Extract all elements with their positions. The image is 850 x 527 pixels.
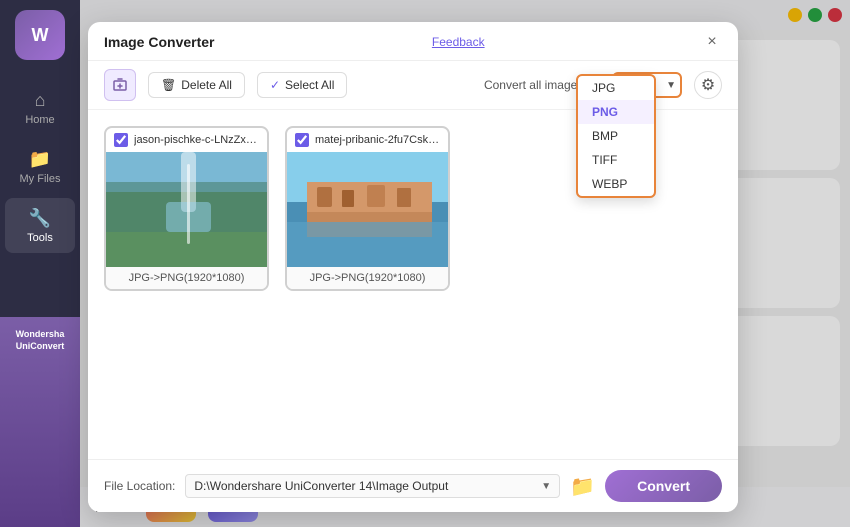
dropdown-item-png[interactable]: PNG bbox=[578, 100, 654, 124]
browse-folder-button[interactable]: 📁 bbox=[570, 474, 595, 499]
sidebar-item-home[interactable]: ⌂ Home bbox=[5, 80, 75, 135]
delete-all-button[interactable]: 🗑 Delete All bbox=[148, 72, 245, 98]
image-2-label: JPG->PNG(1920*1080) bbox=[287, 267, 448, 289]
image-1-checkbox[interactable] bbox=[114, 133, 128, 147]
dropdown-item-webp[interactable]: WEBP bbox=[578, 172, 654, 196]
image-1-header: jason-pischke-c-LNzZxJtZ... bbox=[106, 128, 267, 152]
select-all-label: Select All bbox=[285, 78, 334, 92]
tools-icon: 🔧 bbox=[29, 208, 51, 229]
sidebar: W ⌂ Home 📁 My Files 🔧 Tools WondershaUni… bbox=[0, 0, 80, 527]
dropdown-item-tiff[interactable]: TIFF bbox=[578, 148, 654, 172]
format-dropdown: JPG PNG BMP TIFF WEBP bbox=[576, 74, 656, 198]
sidebar-item-tools[interactable]: 🔧 Tools bbox=[5, 198, 75, 253]
sidebar-item-label: Tools bbox=[27, 232, 53, 244]
dialog-title: Image Converter bbox=[104, 34, 214, 50]
promo-title: WondershaUniConvert bbox=[16, 329, 65, 352]
image-2-filename: matej-pribanic-2fu7CskIT... bbox=[315, 134, 440, 146]
gear-icon: ⚙ bbox=[701, 75, 715, 95]
image-2-header: matej-pribanic-2fu7CskIT... bbox=[287, 128, 448, 152]
file-path-value: D:\Wondershare UniConverter 14\Image Out… bbox=[194, 479, 537, 493]
image-1-filename: jason-pischke-c-LNzZxJtZ... bbox=[134, 134, 259, 146]
image-item-2: matej-pribanic-2fu7CskIT... bbox=[285, 126, 450, 291]
image-item-1: jason-pischke-c-LNzZxJtZ... JPG->PNG(192… bbox=[104, 126, 269, 291]
check-icon: ✓ bbox=[270, 78, 280, 92]
sidebar-item-myfiles[interactable]: 📁 My Files bbox=[5, 139, 75, 194]
files-icon: 📁 bbox=[29, 149, 51, 170]
settings-button[interactable]: ⚙ bbox=[694, 71, 722, 99]
sidebar-item-label: My Files bbox=[20, 173, 61, 185]
dialog-bottom-bar: File Location: D:\Wondershare UniConvert… bbox=[88, 459, 738, 512]
delete-icon: 🗑 bbox=[161, 78, 176, 92]
home-icon: ⌂ bbox=[35, 90, 46, 111]
image-2-checkbox[interactable] bbox=[295, 133, 309, 147]
dropdown-item-jpg[interactable]: JPG bbox=[578, 76, 654, 100]
path-dropdown-arrow[interactable]: ▼ bbox=[541, 481, 551, 492]
app-logo: W bbox=[15, 10, 65, 60]
dialog-close-button[interactable]: × bbox=[702, 32, 722, 52]
select-all-button[interactable]: ✓ Select All bbox=[257, 72, 347, 98]
delete-all-label: Delete All bbox=[181, 78, 232, 92]
image-converter-dialog: Image Converter Feedback × 🗑 Delete All bbox=[88, 22, 738, 512]
image-1-label: JPG->PNG(1920*1080) bbox=[106, 267, 267, 289]
image-1-thumbnail bbox=[106, 152, 267, 267]
sidebar-item-label: Home bbox=[25, 114, 54, 126]
file-location-label: File Location: bbox=[104, 479, 175, 493]
image-2-thumbnail bbox=[287, 152, 448, 267]
feedback-link[interactable]: Feedback bbox=[432, 35, 485, 49]
dropdown-item-bmp[interactable]: BMP bbox=[578, 124, 654, 148]
promo-card: WondershaUniConvert bbox=[0, 317, 80, 527]
dialog-overlay: Image Converter Feedback × 🗑 Delete All bbox=[80, 0, 850, 527]
add-image-button[interactable] bbox=[104, 69, 136, 101]
convert-button[interactable]: Convert bbox=[605, 470, 722, 502]
add-icon bbox=[112, 77, 128, 93]
dialog-header: Image Converter Feedback × bbox=[88, 22, 738, 61]
